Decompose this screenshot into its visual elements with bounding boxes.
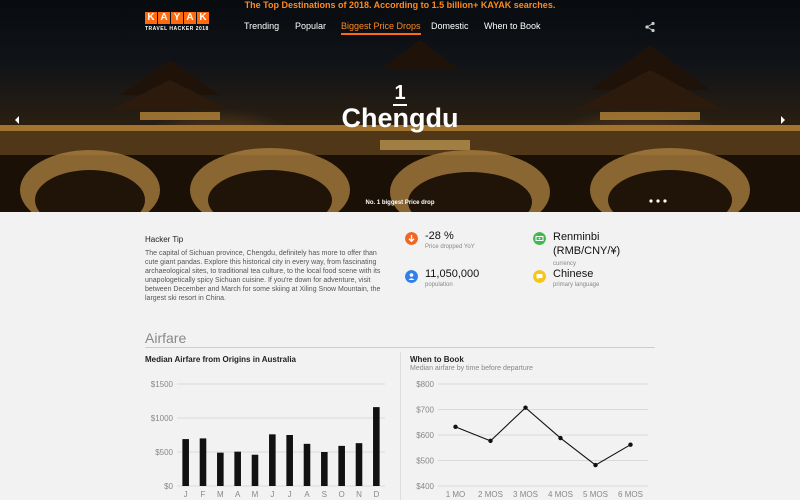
x-tick-label: 6 MOS xyxy=(618,490,643,499)
people-icon xyxy=(405,270,418,283)
x-tick-label: J xyxy=(270,490,274,499)
nav-popular[interactable]: Popular xyxy=(295,21,326,31)
hacker-tip-title: Hacker Tip xyxy=(145,235,184,244)
y-tick-label: $1500 xyxy=(151,380,174,389)
stat-population: 11,050,000 population xyxy=(405,268,525,298)
panel-divider xyxy=(400,352,401,500)
logo-subtitle: TRAVEL HACKER 2018 xyxy=(145,26,209,32)
logo-letter: K xyxy=(145,12,157,24)
logo-letter: A xyxy=(184,12,196,24)
destination-city: Chengdu xyxy=(341,103,459,133)
x-tick-label: N xyxy=(356,490,362,499)
logo-letter: A xyxy=(158,12,170,24)
top-nav: K A Y A K TRAVEL HACKER 2018 Trending Po… xyxy=(0,12,800,38)
nav-when-to-book[interactable]: When to Book xyxy=(484,21,541,31)
x-tick-label: S xyxy=(322,490,327,499)
logo-letter: K xyxy=(197,12,209,24)
hacker-tip-body: The capital of Sichuan province, Chengdu… xyxy=(145,250,381,302)
bar[interactable] xyxy=(355,443,363,486)
bar[interactable] xyxy=(373,407,380,486)
nav-biggest-price-drops[interactable]: Biggest Price Drops xyxy=(341,21,421,35)
data-point[interactable] xyxy=(628,442,633,447)
x-tick-label: O xyxy=(339,490,345,499)
logo-letter: Y xyxy=(171,12,183,24)
page: The Top Destinations of 2018. According … xyxy=(0,0,800,500)
bar[interactable] xyxy=(251,454,259,486)
y-tick-label: $700 xyxy=(416,406,434,415)
x-tick-label: A xyxy=(304,490,310,499)
bar[interactable] xyxy=(321,452,328,486)
stat-language: Chinese primary language xyxy=(533,268,653,298)
x-tick-label: J xyxy=(288,490,292,499)
speech-icon xyxy=(533,270,546,283)
hero-caption: No. 1 biggest Price drop xyxy=(365,200,435,206)
more-dots-icon[interactable] xyxy=(648,195,668,207)
x-tick-label: 3 MOS xyxy=(513,490,538,499)
x-tick-label: D xyxy=(373,490,379,499)
data-point[interactable] xyxy=(593,462,598,468)
x-tick-label: A xyxy=(235,490,241,499)
destination-rank: 1 xyxy=(0,82,800,106)
y-tick-label: $1000 xyxy=(151,414,174,423)
y-tick-label: $400 xyxy=(416,482,434,491)
line-chart-title: When to Book xyxy=(410,355,464,364)
x-tick-label: 4 MOS xyxy=(548,490,573,499)
x-tick-label: F xyxy=(201,490,206,499)
bar[interactable] xyxy=(338,445,345,486)
x-tick-label: 2 MOS xyxy=(478,490,503,499)
series-line xyxy=(455,406,631,466)
stat-value: Chinese xyxy=(553,268,594,280)
logo-letters: K A Y A K xyxy=(145,12,209,24)
bar[interactable] xyxy=(286,435,293,486)
x-tick-label: M xyxy=(217,490,224,499)
line-chart-subtitle: Median airfare by time before departure xyxy=(410,365,533,372)
nav-domestic[interactable]: Domestic xyxy=(431,21,469,31)
data-point[interactable] xyxy=(453,424,458,430)
stat-value: -28 % xyxy=(425,230,454,242)
hero-banner: The Top Destinations of 2018. According … xyxy=(0,0,800,212)
share-icon[interactable] xyxy=(644,21,656,33)
y-tick-label: $600 xyxy=(416,431,434,440)
data-point[interactable] xyxy=(523,405,528,410)
promo-banner: The Top Destinations of 2018. According … xyxy=(244,0,556,10)
stat-value: 11,050,000 xyxy=(425,268,480,280)
y-tick-label: $500 xyxy=(155,448,173,457)
stat-label: currency xyxy=(553,261,577,267)
y-tick-label: $0 xyxy=(164,482,173,491)
stat-label: Price dropped YoY xyxy=(425,244,475,250)
airfare-section-title: Airfare xyxy=(145,330,187,346)
bar[interactable] xyxy=(234,451,241,486)
stat-price-drop: -28 % Price dropped YoY xyxy=(405,230,525,260)
y-tick-label: $800 xyxy=(416,380,434,389)
bar[interactable] xyxy=(217,452,224,486)
data-point[interactable] xyxy=(488,438,493,444)
when-to-book-line-chart: $400 $500 $600 $700 $800 1 MO 2 MOS 3 MOS 4 MOS 5… xyxy=(416,380,648,499)
stat-label: primary language xyxy=(553,282,600,288)
destination-details: Hacker Tip The capital of Sichuan provin… xyxy=(0,212,800,500)
stat-label: population xyxy=(425,282,453,288)
airfare-bar-chart: $0 $500 $1000 $1500 J F M A M J J A S O N D xyxy=(151,380,385,499)
bar[interactable] xyxy=(182,439,189,486)
stat-value: Renminbi (RMB/CNY/¥) xyxy=(553,231,621,257)
bar[interactable] xyxy=(269,434,276,486)
bar[interactable] xyxy=(303,443,311,486)
x-tick-label: 1 MO xyxy=(446,490,466,499)
x-tick-label: M xyxy=(252,490,259,499)
y-tick-label: $500 xyxy=(416,457,434,466)
bar-chart-title: Median Airfare from Origins in Australia xyxy=(145,355,296,364)
section-divider xyxy=(145,347,655,348)
x-tick-label: J xyxy=(184,490,188,499)
bar[interactable] xyxy=(199,438,207,486)
data-point[interactable] xyxy=(558,435,563,441)
kayak-logo[interactable]: K A Y A K TRAVEL HACKER 2018 xyxy=(145,12,209,32)
money-icon xyxy=(533,232,546,245)
nav-trending[interactable]: Trending xyxy=(244,21,279,31)
x-tick-label: 5 MOS xyxy=(583,490,608,499)
arrow-down-icon xyxy=(405,232,418,245)
